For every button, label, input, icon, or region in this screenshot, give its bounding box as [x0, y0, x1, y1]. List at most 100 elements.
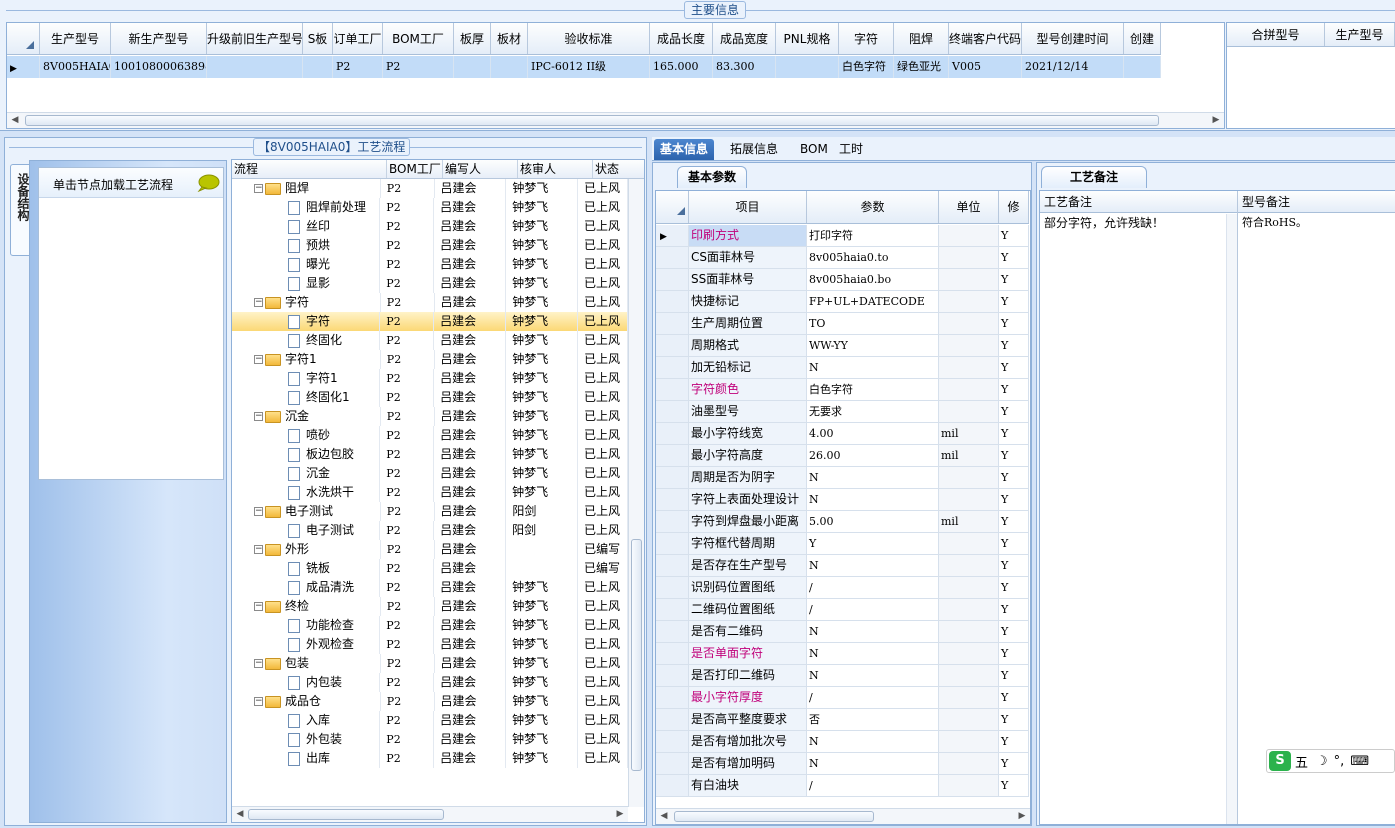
tree-row[interactable]: − 阻焊 P2 吕建会 钟梦飞 已上风 — [232, 179, 629, 198]
param-value[interactable]: N — [807, 731, 939, 753]
column-header[interactable]: 升级前旧生产型号 — [207, 23, 303, 54]
params-hscroll[interactable]: ◀ ▶ — [656, 808, 1030, 824]
column-header[interactable]: 终端客户代码 — [949, 23, 1022, 54]
sogou-icon[interactable]: S — [1269, 751, 1291, 771]
param-value[interactable]: / — [807, 775, 939, 797]
row-indicator[interactable] — [656, 599, 689, 621]
collapse-toggle-icon[interactable]: − — [254, 697, 263, 706]
tree-row[interactable]: 板边包胶 P2 吕建会 钟梦飞 已上风 — [232, 445, 628, 464]
tree-node-cell[interactable]: 内包装 — [232, 673, 381, 692]
param-mod[interactable]: Y — [999, 489, 1029, 511]
tree-node-cell[interactable]: 字符 — [232, 312, 381, 331]
param-row[interactable]: 是否单面字符 N Y — [656, 643, 1029, 665]
param-value[interactable]: WW-YY — [807, 335, 939, 357]
param-value[interactable]: N — [807, 753, 939, 775]
tree-node-cell[interactable]: 字符1 — [232, 369, 381, 388]
tree-node-cell[interactable]: 入库 — [232, 711, 381, 730]
ime-toolbar[interactable]: S 五 ☽ °, ⌨ — [1266, 749, 1395, 773]
param-value[interactable]: / — [807, 577, 939, 599]
collapse-toggle-icon[interactable]: − — [254, 298, 263, 307]
column-header[interactable]: 项目 — [689, 191, 807, 223]
tree-row[interactable]: 入库 P2 吕建会 钟梦飞 已上风 — [232, 711, 628, 730]
cell[interactable] — [776, 56, 839, 78]
param-row[interactable]: 周期是否为阴字 N Y — [656, 467, 1029, 489]
main-info-grid[interactable]: 生产型号 新生产型号 升级前旧生产型号 S板 订单工厂 BOM工厂 板厚 板材 验收标准 成品长度… — [6, 22, 1225, 129]
param-mod[interactable]: Y — [999, 621, 1029, 643]
column-header[interactable]: 合拼型号 — [1227, 23, 1325, 46]
cell[interactable]: IPC-6012 II级 — [528, 56, 650, 78]
param-value[interactable]: TO — [807, 313, 939, 335]
scroll-right-icon[interactable]: ▶ — [1016, 810, 1028, 823]
param-mod[interactable]: Y — [999, 357, 1029, 379]
row-indicator[interactable] — [656, 533, 689, 555]
process-notes-tab[interactable]: 工艺备注 — [1041, 166, 1148, 188]
param-mod[interactable]: Y — [999, 643, 1029, 665]
param-value[interactable]: N — [807, 555, 939, 577]
basic-params-grid[interactable]: 项目 参数 单位修 ▶ 印刷方式 打印字符 Y CS面菲林号 8v005haia0.to Y SS… — [655, 190, 1031, 825]
row-indicator[interactable] — [656, 247, 689, 269]
tree-row[interactable]: 内包装 P2 吕建会 钟梦飞 已上风 — [232, 673, 628, 692]
scroll-right-icon[interactable]: ▶ — [614, 808, 626, 821]
param-value[interactable]: N — [807, 621, 939, 643]
tree-node-cell[interactable]: − 成品仓 — [232, 692, 381, 711]
tree-row[interactable]: 预烘 P2 吕建会 钟梦飞 已上风 — [232, 236, 628, 255]
tree-node-cell[interactable]: 电子测试 — [232, 521, 381, 540]
tree-node-cell[interactable]: 预烘 — [232, 236, 381, 255]
tree-node-cell[interactable]: − 电子测试 — [232, 502, 381, 521]
tree-row[interactable]: 字符1 P2 吕建会 钟梦飞 已上风 — [232, 369, 628, 388]
param-mod[interactable]: Y — [999, 247, 1029, 269]
tree-row[interactable]: 终固化1 P2 吕建会 钟梦飞 已上风 — [232, 388, 628, 407]
tree-row[interactable]: 终固化 P2 吕建会 钟梦飞 已上风 — [232, 331, 628, 350]
param-row[interactable]: 字符颜色 白色字符 Y — [656, 379, 1029, 401]
scroll-left-icon[interactable]: ◀ — [234, 808, 246, 821]
row-indicator[interactable] — [656, 555, 689, 577]
param-mod[interactable]: Y — [999, 401, 1029, 423]
row-indicator[interactable] — [656, 577, 689, 599]
param-value[interactable]: 打印字符 — [807, 225, 939, 247]
param-value[interactable]: FP+UL+DATECODE — [807, 291, 939, 313]
param-row[interactable]: 字符到焊盘最小距离 5.00 mil Y — [656, 511, 1029, 533]
tree-row[interactable]: 成品清洗 P2 吕建会 钟梦飞 已上风 — [232, 578, 628, 597]
param-row[interactable]: 识别码位置图纸 / Y — [656, 577, 1029, 599]
param-row[interactable]: 油墨型号 无要求 Y — [656, 401, 1029, 423]
row-indicator[interactable] — [656, 445, 689, 467]
tree-row[interactable]: 曝光 P2 吕建会 钟梦飞 已上风 — [232, 255, 628, 274]
collapse-toggle-icon[interactable]: − — [254, 602, 263, 611]
param-row[interactable]: SS面菲林号 8v005haia0.bo Y — [656, 269, 1029, 291]
ime-mode[interactable]: 五 — [1295, 752, 1308, 771]
cell[interactable] — [207, 56, 303, 78]
cell[interactable] — [454, 56, 491, 78]
param-value[interactable]: 8v005haia0.to — [807, 247, 939, 269]
tree-row[interactable]: − 电子测试 P2 吕建会 阳剑 已上风 — [232, 502, 629, 521]
row-indicator[interactable] — [656, 753, 689, 775]
cell[interactable]: P2 — [333, 56, 383, 78]
row-indicator[interactable]: ▶ — [656, 225, 689, 247]
param-row[interactable]: 最小字符厚度 / Y — [656, 687, 1029, 709]
param-mod[interactable]: Y — [999, 423, 1029, 445]
column-header[interactable]: 成品宽度 — [713, 23, 776, 54]
tree-node-cell[interactable]: 板边包胶 — [232, 445, 381, 464]
row-indicator[interactable] — [656, 687, 689, 709]
param-value[interactable]: / — [807, 687, 939, 709]
column-header[interactable]: BOM工厂 — [387, 160, 443, 178]
row-indicator[interactable] — [656, 621, 689, 643]
process-note-value[interactable]: 部分字符，允许残缺！ — [1040, 214, 1226, 232]
param-mod[interactable]: Y — [999, 445, 1029, 467]
row-indicator[interactable] — [656, 313, 689, 335]
basic-params-tab[interactable]: 基本参数 — [677, 166, 748, 188]
tree-node-cell[interactable]: − 包装 — [232, 654, 381, 673]
tree-row[interactable]: 显影 P2 吕建会 钟梦飞 已上风 — [232, 274, 628, 293]
param-mod[interactable]: Y — [999, 511, 1029, 533]
cell[interactable]: V005 — [949, 56, 1022, 78]
column-header[interactable]: BOM工厂 — [383, 23, 454, 54]
tree-node-cell[interactable]: 终固化1 — [232, 388, 381, 407]
row-indicator[interactable] — [656, 665, 689, 687]
tab-extended-info[interactable]: 拓展信息 — [724, 139, 784, 160]
process-tree-grid[interactable]: 流程 BOM工厂 编写人 核审人 状态 − 阻焊 P2 吕建会 钟梦飞 已上风 阻焊前处理 P2 吕建会… — [231, 159, 645, 823]
param-row[interactable]: 有白油块 / Y — [656, 775, 1029, 797]
row-indicator[interactable] — [656, 269, 689, 291]
tree-row[interactable]: − 成品仓 P2 吕建会 钟梦飞 已上风 — [232, 692, 629, 711]
param-value[interactable]: / — [807, 599, 939, 621]
param-row[interactable]: 字符框代替周期 Y Y — [656, 533, 1029, 555]
param-mod[interactable]: Y — [999, 599, 1029, 621]
